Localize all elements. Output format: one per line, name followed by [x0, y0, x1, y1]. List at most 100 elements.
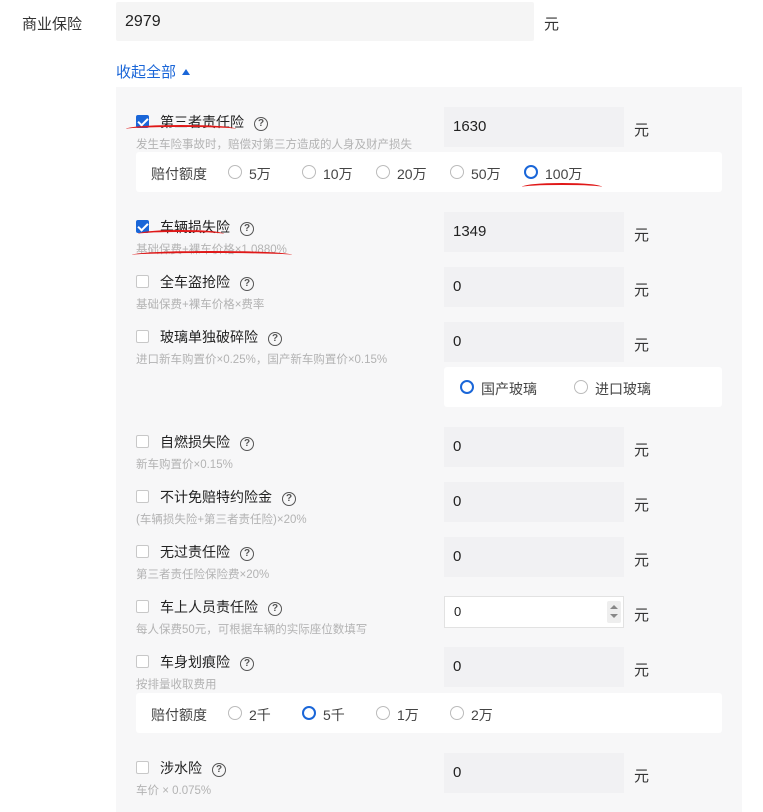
unit-label: 元: [634, 552, 650, 569]
insurance-item-self-ignition: 自燃损失险? 新车购置价×0.15% 0 元: [116, 427, 742, 482]
scratch-option-label: 2千: [249, 707, 271, 723]
no-fault-amount-field[interactable]: 0: [444, 537, 624, 577]
insurance-item-desc: 新车购置价×0.15%: [136, 459, 233, 471]
scratch-checkbox[interactable]: [136, 655, 149, 668]
coverage-label: 赔付额度: [151, 166, 207, 182]
insurance-item-desc: 每人保费50元，可根据车辆的实际座位数填写: [136, 624, 368, 636]
help-icon[interactable]: ?: [212, 763, 226, 777]
coverage-option-label: 50万: [471, 166, 501, 182]
insurance-item-theft: 全车盗抢险? 基础保费+裸车价格×费率 0 元: [116, 267, 742, 322]
flood-checkbox[interactable]: [136, 761, 149, 774]
unit-label: 元: [634, 227, 650, 244]
commercial-insurance-label: 商业保险: [22, 16, 83, 33]
glass-option-label: 进口玻璃: [595, 381, 651, 397]
third-party-amount-field[interactable]: 1630: [444, 107, 624, 147]
self-ignition-amount-field[interactable]: 0: [444, 427, 624, 467]
coverage-radio-10w[interactable]: [302, 165, 316, 179]
scratch-option-label: 5千: [323, 707, 345, 723]
insurance-item-flood: 涉水险? 车价 × 0.075% 0 元: [116, 753, 742, 808]
insurance-item-name: 不计免赔特约险金?: [160, 487, 296, 507]
insurance-item-name: 全车盗抢险?: [160, 272, 254, 292]
scratch-radio-5k[interactable]: [302, 706, 316, 720]
coverage-option-label: 20万: [397, 166, 427, 182]
third-party-coverage-options: 赔付额度 5万 10万 20万 50万 100万: [136, 152, 722, 192]
unit-label: 元: [634, 122, 650, 139]
glass-radio-imported[interactable]: [574, 380, 588, 394]
deductible-waiver-amount-field[interactable]: 0: [444, 482, 624, 522]
glass-option-label: 国产玻璃: [481, 381, 537, 397]
annotation-underline: [126, 125, 236, 133]
unit-label: 元: [634, 497, 650, 514]
help-icon[interactable]: ?: [282, 492, 296, 506]
insurance-item-passenger: 车上人员责任险? 每人保费50元，可根据车辆的实际座位数填写 0 元: [116, 592, 742, 647]
insurance-item-desc: 第三者责任险保险费×20%: [136, 569, 270, 581]
collapse-all-label: 收起全部: [116, 64, 177, 81]
help-icon[interactable]: ?: [254, 117, 268, 131]
caret-up-icon: [182, 69, 191, 75]
coverage-option-label: 5万: [249, 166, 271, 182]
passenger-checkbox[interactable]: [136, 600, 149, 613]
coverage-radio-100w[interactable]: [524, 165, 538, 179]
insurance-item-name: 车身划痕险?: [160, 652, 254, 672]
annotation-underline: [522, 183, 602, 191]
help-icon[interactable]: ?: [240, 547, 254, 561]
no-fault-checkbox[interactable]: [136, 545, 149, 558]
annotation-underline: [132, 251, 292, 259]
help-icon[interactable]: ?: [240, 222, 254, 236]
commercial-insurance-unit: 元: [544, 16, 560, 33]
unit-label: 元: [634, 607, 650, 624]
glass-type-options: 国产玻璃 进口玻璃: [444, 367, 722, 407]
unit-label: 元: [634, 282, 650, 299]
deductible-waiver-checkbox[interactable]: [136, 490, 149, 503]
glass-checkbox[interactable]: [136, 330, 149, 343]
help-icon[interactable]: ?: [240, 437, 254, 451]
insurance-item-desc: 按排量收取费用: [136, 679, 217, 691]
scratch-radio-20k[interactable]: [450, 706, 464, 720]
insurance-item-desc: 进口新车购置价×0.25%，国产新车购置价×0.15%: [136, 354, 388, 366]
coverage-radio-5w[interactable]: [228, 165, 242, 179]
theft-amount-field[interactable]: 0: [444, 267, 624, 307]
unit-label: 元: [634, 768, 650, 785]
commercial-insurance-total-field[interactable]: 2979: [116, 2, 534, 41]
annotation-underline: [138, 230, 224, 238]
coverage-option-label: 100万: [545, 166, 583, 182]
unit-label: 元: [634, 442, 650, 459]
insurance-item-name: 涉水险?: [160, 758, 226, 778]
scratch-amount-field[interactable]: 0: [444, 647, 624, 687]
vehicle-damage-amount-field[interactable]: 1349: [444, 212, 624, 252]
unit-label: 元: [634, 662, 650, 679]
insurance-item-name: 车上人员责任险?: [160, 597, 282, 617]
flood-amount-field[interactable]: 0: [444, 753, 624, 793]
coverage-option-label: 10万: [323, 166, 353, 182]
insurance-item-desc: 发生车险事故时，赔偿对第三方造成的人身及财产损失: [136, 139, 412, 151]
glass-radio-domestic[interactable]: [460, 380, 474, 394]
insurance-item-desc: 车价 × 0.075%: [136, 785, 212, 797]
theft-checkbox[interactable]: [136, 275, 149, 288]
glass-amount-field[interactable]: 0: [444, 322, 624, 362]
insurance-item-deductible-waiver: 不计免赔特约险金? (车辆损失险+第三者责任险)×20% 0 元: [116, 482, 742, 537]
coverage-radio-20w[interactable]: [376, 165, 390, 179]
scratch-radio-2k[interactable]: [228, 706, 242, 720]
self-ignition-checkbox[interactable]: [136, 435, 149, 448]
insurance-item-name: 自燃损失险?: [160, 432, 254, 452]
stepper-arrows-icon[interactable]: [607, 601, 621, 623]
coverage-label: 赔付额度: [151, 707, 207, 723]
help-icon[interactable]: ?: [240, 657, 254, 671]
help-icon[interactable]: ?: [268, 602, 282, 616]
insurance-item-no-fault: 无过责任险? 第三者责任险保险费×20% 0 元: [116, 537, 742, 592]
scratch-coverage-options: 赔付额度 2千 5千 1万 2万: [136, 693, 722, 733]
insurance-panel: 第三者责任险? 发生车险事故时，赔偿对第三方造成的人身及财产损失 1630 元 …: [116, 87, 742, 812]
insurance-item-name: 玻璃单独破碎险?: [160, 327, 282, 347]
passenger-quantity-stepper[interactable]: 0: [444, 596, 624, 628]
scratch-option-label: 2万: [471, 707, 493, 723]
scratch-radio-10k[interactable]: [376, 706, 390, 720]
coverage-radio-50w[interactable]: [450, 165, 464, 179]
insurance-item-desc: (车辆损失险+第三者责任险)×20%: [136, 514, 307, 526]
scratch-option-label: 1万: [397, 707, 419, 723]
collapse-all-link[interactable]: 收起全部: [116, 61, 191, 82]
unit-label: 元: [634, 337, 650, 354]
help-icon[interactable]: ?: [268, 332, 282, 346]
help-icon[interactable]: ?: [240, 277, 254, 291]
insurance-item-name: 无过责任险?: [160, 542, 254, 562]
insurance-item-desc: 基础保费+裸车价格×费率: [136, 299, 265, 311]
